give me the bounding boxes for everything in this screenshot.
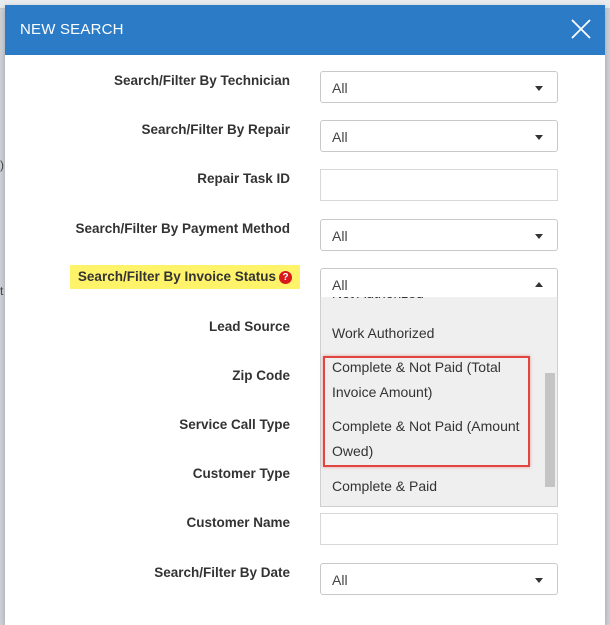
date-filter-select[interactable]: All [320,563,558,595]
caret-up-icon [535,282,543,287]
callout-highlight-box [323,356,530,467]
technician-filter-label: Search/Filter By Technician [113,73,290,88]
repair-filter-row: Search/Filter By Repair All [5,120,605,160]
select-value: All [332,228,348,244]
date-filter-row: Search/Filter By Date All [5,563,605,603]
repair-filter-select[interactable]: All [320,120,558,152]
customer-type-label: Customer Type [192,466,290,481]
customer-name-row: Customer Name [5,513,605,553]
lead-source-label: Lead Source [208,319,290,334]
modal-title: NEW SEARCH [20,21,124,38]
dropdown-option[interactable]: Complete & Paid [332,474,527,499]
new-search-modal: NEW SEARCH Search/Filter By Technician A… [5,5,605,625]
dropdown-scrollbar[interactable] [545,373,555,487]
select-value: All [332,129,348,145]
service-call-type-label: Service Call Type [179,417,290,432]
close-button[interactable] [569,17,593,41]
caret-down-icon [535,234,543,239]
caret-down-icon [535,135,543,140]
select-value: All [332,80,348,96]
dropdown-option[interactable]: Work Authorized [332,321,527,346]
invoice-status-select[interactable]: All [320,268,558,300]
question-icon[interactable]: ? [279,271,292,284]
invoice-status-label: Search/Filter By Invoice Status? [69,265,300,289]
payment-method-select[interactable]: All [320,219,558,251]
customer-name-input[interactable] [320,513,558,545]
caret-down-icon [535,86,543,91]
close-icon [571,19,591,39]
repair-task-id-label: Repair Task ID [197,171,290,186]
modal-header: NEW SEARCH [5,5,605,55]
select-value: All [332,277,348,293]
repair-task-id-input[interactable] [320,169,558,201]
payment-method-label: Search/Filter By Payment Method [75,221,290,236]
repair-filter-label: Search/Filter By Repair [141,122,290,137]
background-text: t [0,284,4,298]
dropdown-option[interactable]: Not Authorized [332,297,527,306]
zip-code-label: Zip Code [232,368,290,383]
technician-filter-row: Search/Filter By Technician All [5,71,605,111]
date-filter-label: Search/Filter By Date [154,565,290,580]
invoice-status-label-text: Search/Filter By Invoice Status [77,269,276,284]
select-value: All [332,572,348,588]
payment-method-row: Search/Filter By Payment Method All [5,219,605,259]
repair-task-id-row: Repair Task ID [5,169,605,209]
customer-name-label: Customer Name [186,515,290,530]
caret-down-icon [535,578,543,583]
technician-filter-select[interactable]: All [320,71,558,103]
